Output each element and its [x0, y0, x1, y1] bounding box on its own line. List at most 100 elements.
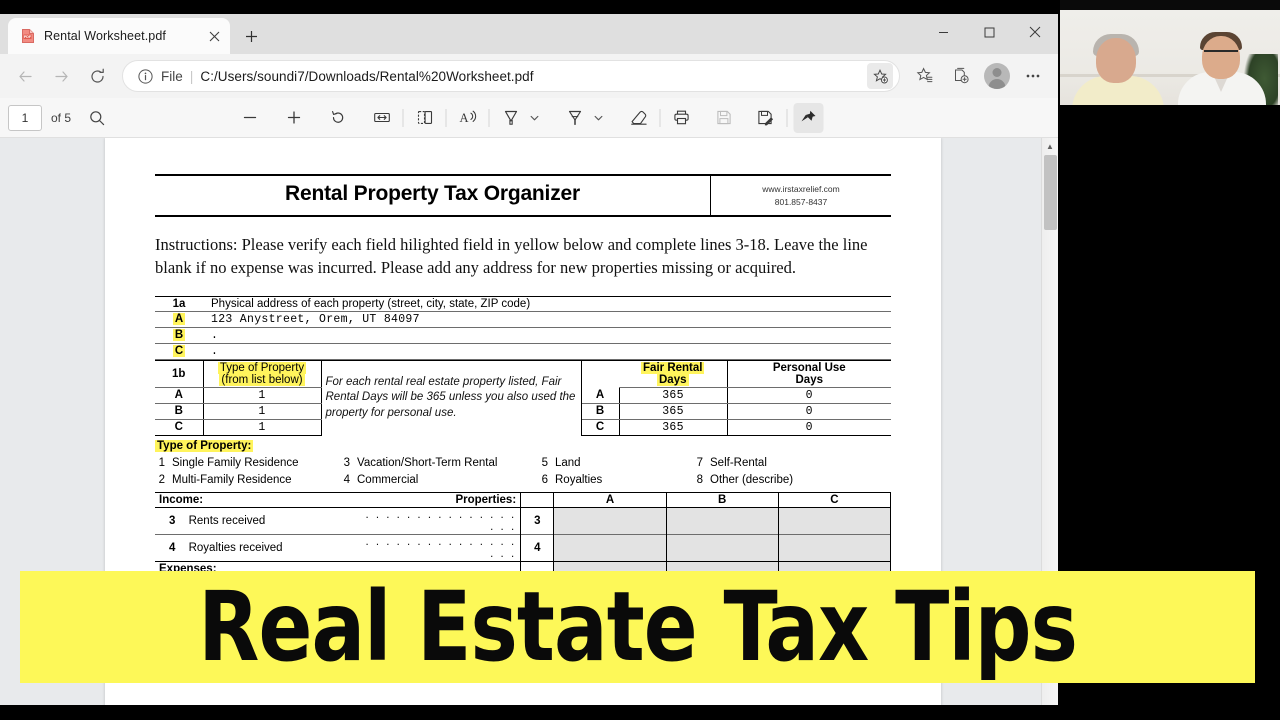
property-address-a: 123 Anystreet, Orem, UT 84097 [211, 312, 420, 326]
property-label-c: C [172, 345, 186, 358]
minimize-button[interactable] [920, 14, 966, 50]
property-label-b: B [172, 329, 186, 342]
document-header: Rental Property Tax Organizer www.irstax… [155, 174, 891, 217]
page-number-input[interactable]: 1 [8, 104, 42, 131]
scrollbar-thumb[interactable] [1044, 155, 1057, 230]
presenter-one-head [1096, 38, 1136, 83]
draw-pen-icon[interactable] [560, 103, 590, 133]
navigation-bar: File | C:/Users/soundi7/Downloads/Rental… [0, 54, 1058, 98]
url-text: C:/Users/soundi7/Downloads/Rental%20Work… [200, 68, 534, 84]
screen: PDF Rental Worksheet.pdf File | C:/Users… [0, 0, 1280, 720]
presenter-two-glasses [1204, 50, 1238, 57]
personal-use-days-header: Personal Use Days [727, 359, 891, 388]
toolbar-divider [659, 108, 661, 127]
column-header-c: C [778, 492, 892, 508]
toolbar-divider [786, 108, 788, 127]
pdf-file-icon: PDF [20, 28, 36, 44]
presenter-two-head [1202, 36, 1240, 79]
personal-use-days-b: 0 [727, 403, 891, 420]
refresh-icon[interactable] [80, 59, 114, 93]
pdf-tool-group: A [235, 102, 824, 133]
property-label-a: A [172, 313, 186, 326]
table-row: 4 Royalties received . . . . . . . . . .… [155, 534, 892, 562]
line-3-row-number: 3 [520, 507, 555, 535]
days-label-c: C [580, 419, 620, 436]
column-header-b: B [666, 492, 779, 508]
close-window-button[interactable] [1012, 14, 1058, 50]
line-3-value-b[interactable] [666, 507, 779, 535]
highlight-pen-icon[interactable] [496, 103, 526, 133]
url-scheme-label: File [161, 68, 183, 84]
property-address-c: . [211, 344, 219, 358]
instructions-text: Instructions: Please verify each field h… [155, 235, 868, 278]
site-info-icon[interactable] [137, 68, 154, 85]
forward-arrow-icon[interactable] [44, 59, 78, 93]
line-4-dots: . . . . . . . . . . . . . . . . . . [352, 534, 522, 562]
save-icon[interactable] [709, 103, 739, 133]
page-view-icon[interactable] [410, 103, 440, 133]
line-3-value-a[interactable] [553, 507, 667, 535]
type-item-3: 3 Vacation/Short-Term Rental [343, 457, 498, 470]
toolbar-divider [488, 108, 490, 127]
highlight-chevron-down-icon[interactable] [526, 103, 544, 133]
line-3-value-c[interactable] [778, 507, 892, 535]
fair-rental-days-c: 365 [619, 419, 728, 436]
line-4-value-c[interactable] [778, 534, 892, 562]
nav-right-actions [908, 59, 1050, 93]
print-icon[interactable] [667, 103, 697, 133]
save-as-icon[interactable] [751, 103, 781, 133]
fair-rental-note: For each rental real estate property lis… [321, 359, 582, 436]
scroll-up-arrow-icon[interactable]: ▲ [1042, 138, 1058, 155]
row-label-a: A [155, 387, 204, 404]
type-item-8: 8 Other (describe) [696, 474, 794, 487]
type-of-property-heading: Type of Property: [155, 439, 254, 452]
column-header-a: A [553, 492, 667, 508]
line-3-number: 3 [169, 514, 176, 527]
maximize-button[interactable] [966, 14, 1012, 50]
close-tab-icon[interactable] [204, 26, 224, 46]
line-1a-header: Physical address of each property (stree… [211, 297, 531, 310]
title-banner: Real Estate Tax Tips [20, 571, 1255, 683]
collections-icon[interactable] [944, 59, 978, 93]
svg-text:PDF: PDF [24, 35, 32, 39]
type-item-4: 4 Commercial [343, 474, 419, 487]
zoom-out-icon[interactable] [235, 103, 265, 133]
pin-icon[interactable] [793, 102, 824, 133]
line-3-label: Rents received [188, 514, 266, 527]
back-arrow-icon[interactable] [8, 59, 42, 93]
line-4-number: 4 [169, 541, 176, 554]
toolbar-divider [402, 108, 404, 127]
settings-and-more-icon[interactable] [1016, 59, 1050, 93]
tab-title: Rental Worksheet.pdf [44, 29, 166, 43]
line-4-label: Royalties received [188, 541, 283, 554]
property-address-b: . [211, 328, 219, 342]
table-row: 1b Type of Property (from list below) Fo… [155, 359, 891, 436]
read-aloud-icon[interactable]: A [453, 103, 483, 133]
search-icon[interactable] [83, 104, 111, 132]
draw-chevron-down-icon[interactable] [590, 103, 608, 133]
table-row: B . [155, 327, 891, 344]
favorites-icon[interactable] [908, 59, 942, 93]
add-favorite-icon[interactable] [867, 63, 893, 89]
address-bar[interactable]: File | C:/Users/soundi7/Downloads/Rental… [122, 60, 900, 92]
days-label-b: B [580, 403, 620, 420]
property-type-c: 1 [203, 419, 322, 436]
webcam-video-inset [1060, 0, 1280, 105]
webcam-scene [1060, 10, 1280, 105]
line-4-value-b[interactable] [666, 534, 779, 562]
toolbar-divider [445, 108, 447, 127]
banner-text: Real Estate Tax Tips [198, 571, 1078, 683]
svg-text:A: A [459, 111, 468, 125]
eraser-icon[interactable] [624, 103, 654, 133]
new-tab-button[interactable] [236, 21, 266, 51]
contact-phone: 801.857-8437 [774, 196, 828, 207]
property-type-b: 1 [203, 403, 322, 420]
personal-use-days-a: 0 [727, 387, 891, 404]
fit-to-width-icon[interactable] [367, 103, 397, 133]
line-4-value-a[interactable] [553, 534, 667, 562]
type-item-5: 5 Land [541, 457, 581, 470]
rotate-icon[interactable] [323, 103, 353, 133]
zoom-in-icon[interactable] [279, 103, 309, 133]
profile-avatar[interactable] [980, 59, 1014, 93]
browser-tab[interactable]: PDF Rental Worksheet.pdf [8, 18, 230, 54]
